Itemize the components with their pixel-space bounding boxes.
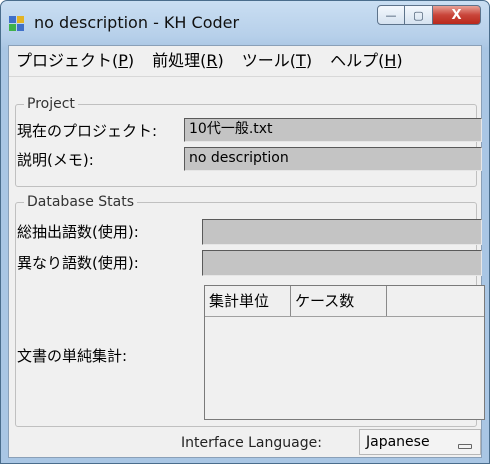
minimize-icon: — xyxy=(385,8,397,22)
distinct-words-label: 異なり語数(使用): xyxy=(17,254,139,272)
database-stats-legend: Database Stats xyxy=(24,194,137,210)
project-legend: Project xyxy=(24,96,78,112)
dropdown-icon xyxy=(458,444,472,449)
column-header-cases[interactable]: ケース数 xyxy=(291,286,387,316)
interface-language-select[interactable]: Japanese xyxy=(359,429,481,455)
menu-tools[interactable]: ツール(T) xyxy=(233,47,321,75)
table-header: 集計単位 ケース数 xyxy=(205,286,484,317)
memo-field[interactable]: no description xyxy=(184,147,482,171)
menu-help[interactable]: ヘルプ(H) xyxy=(321,47,412,75)
client-area: プロジェクト(P) 前処理(R) ツール(T) ヘルプ(H) Project 現… xyxy=(8,45,485,458)
interface-language-label: Interface Language: xyxy=(181,435,322,451)
menu-tools-label: ツール( xyxy=(241,51,297,70)
total-words-field[interactable] xyxy=(202,219,482,245)
current-project-field[interactable]: 10代一般.txt xyxy=(184,118,482,142)
menu-project-accel: P xyxy=(118,51,128,70)
doc-count-label: 文書の単純集計: xyxy=(17,347,128,365)
column-header-unit[interactable]: 集計単位 xyxy=(205,286,291,316)
menu-bar: プロジェクト(P) 前処理(R) ツール(T) ヘルプ(H) xyxy=(9,46,481,77)
close-icon: X xyxy=(451,7,462,23)
maximize-icon: ▢ xyxy=(413,8,424,22)
title-bar[interactable]: no description - KH Coder — ▢ X xyxy=(1,1,489,45)
menu-preprocess[interactable]: 前処理(R) xyxy=(143,47,233,75)
menu-tools-suffix: ) xyxy=(305,51,313,70)
kh-coder-app-icon xyxy=(9,16,25,32)
doc-count-table[interactable]: 集計単位 ケース数 xyxy=(204,285,485,420)
menu-preprocess-label: 前処理( xyxy=(152,51,207,70)
menu-help-suffix: ) xyxy=(396,51,403,70)
project-group: Project xyxy=(15,96,477,187)
menu-project[interactable]: プロジェクト(P) xyxy=(9,47,143,75)
menu-tools-accel: T xyxy=(296,51,306,70)
current-project-label: 現在のプロジェクト: xyxy=(17,122,158,140)
memo-label: 説明(メモ): xyxy=(17,151,94,169)
total-words-label: 総抽出語数(使用): xyxy=(17,223,139,241)
menu-project-label: プロジェクト( xyxy=(16,51,119,70)
close-button[interactable]: X xyxy=(433,5,481,25)
menu-help-label: ヘルプ( xyxy=(330,51,385,70)
menu-help-accel: H xyxy=(384,51,397,70)
menu-preprocess-accel: R xyxy=(206,51,218,70)
interface-language-value: Japanese xyxy=(366,434,430,450)
main-window: no description - KH Coder — ▢ X プロジェクト(P… xyxy=(0,0,490,464)
menu-project-suffix: ) xyxy=(127,51,135,70)
distinct-words-field[interactable] xyxy=(202,250,482,276)
window-controls: — ▢ X xyxy=(377,5,481,27)
window-title: no description - KH Coder xyxy=(34,13,240,32)
minimize-button[interactable]: — xyxy=(377,5,405,25)
menu-preprocess-suffix: ) xyxy=(217,51,224,70)
maximize-button[interactable]: ▢ xyxy=(405,5,433,25)
